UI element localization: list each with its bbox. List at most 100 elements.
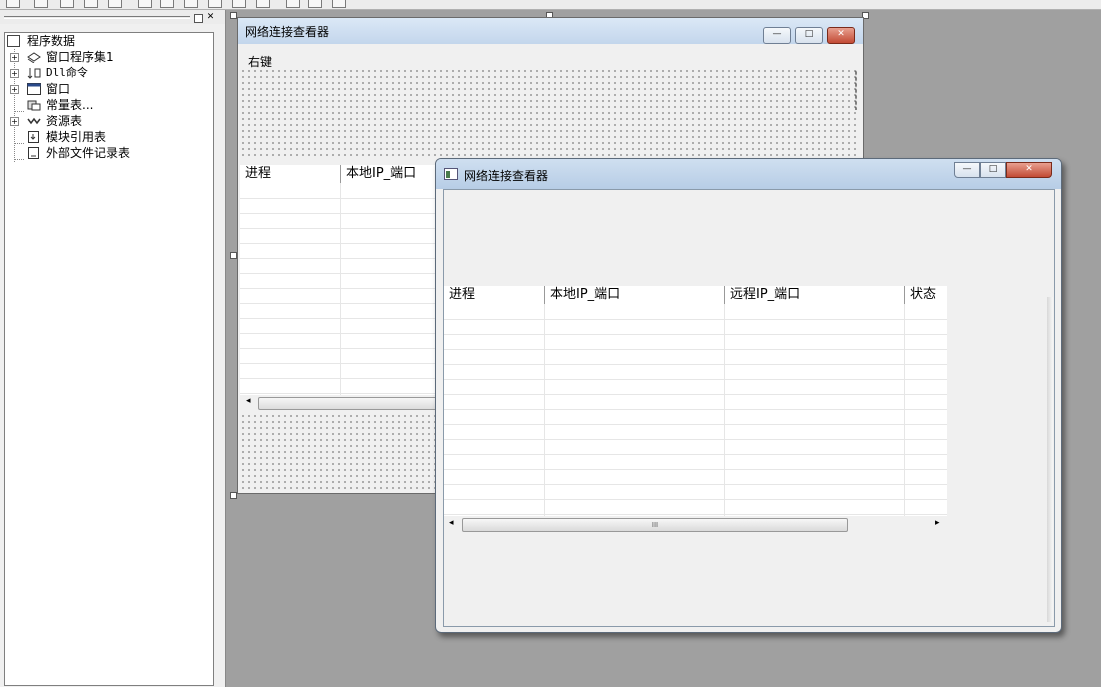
design-grid xyxy=(240,413,440,489)
panel-grip[interactable] xyxy=(4,16,190,19)
expand-icon[interactable]: + xyxy=(10,117,19,126)
list-row xyxy=(240,243,440,259)
program-tree: 程序数据 + 窗口程序集1 + Dll命令 + 窗口 常量表... + 资源表 … xyxy=(4,32,214,686)
list-row xyxy=(444,424,947,440)
tree-item-label: 窗口 xyxy=(46,82,71,96)
toolbar-button[interactable] xyxy=(6,0,20,8)
panel-restore-button[interactable] xyxy=(194,14,203,23)
minimize-button[interactable]: — xyxy=(763,27,791,44)
list-row xyxy=(240,348,440,364)
list-row xyxy=(240,258,440,274)
toolbar-button[interactable] xyxy=(84,0,98,8)
panel-header: ✕ xyxy=(0,10,225,24)
dll-command-icon xyxy=(27,67,41,79)
list-row xyxy=(444,334,947,350)
toolbar-button[interactable] xyxy=(232,0,246,8)
resources-icon xyxy=(27,115,41,127)
list-row xyxy=(444,379,947,395)
toolbar-button[interactable] xyxy=(308,0,322,8)
list-row xyxy=(240,183,440,199)
list-row xyxy=(444,394,947,410)
list-row xyxy=(240,213,440,229)
maximize-button[interactable]: □ xyxy=(795,27,823,44)
layers-icon xyxy=(27,51,41,64)
tree-connector xyxy=(14,49,15,162)
toolbar-button[interactable] xyxy=(208,0,222,8)
close-button[interactable]: ✕ xyxy=(1006,162,1052,178)
toolbar xyxy=(0,0,1101,10)
scroll-grip-icon: III xyxy=(651,521,659,529)
list-row xyxy=(444,319,947,335)
expand-icon[interactable]: + xyxy=(10,69,19,78)
horizontal-scrollbar[interactable]: ◂ III ▸ xyxy=(444,516,947,532)
tree-connector xyxy=(14,159,24,160)
list-row xyxy=(240,303,440,319)
list-row xyxy=(240,333,440,349)
list-row xyxy=(444,349,947,365)
designer-listview-header: 进程 本地IP_端口 xyxy=(240,165,440,184)
toolbar-button[interactable] xyxy=(108,0,122,8)
list-row xyxy=(240,288,440,304)
list-row xyxy=(444,469,947,485)
constants-icon xyxy=(27,99,41,111)
tree-item-label: Dll命令 xyxy=(46,66,88,79)
app-icon xyxy=(444,168,458,180)
toolbar-button[interactable] xyxy=(184,0,198,8)
list-row xyxy=(444,484,947,500)
resize-handle[interactable] xyxy=(230,492,237,499)
designer-scrollbar[interactable]: ◂ xyxy=(240,395,442,411)
expand-icon[interactable]: + xyxy=(10,85,19,94)
column-header-status[interactable]: 状态 xyxy=(905,286,947,304)
program-tree-panel: ✕ 程序数据 + 窗口程序集1 + Dll命令 + 窗口 常量表... + 资源… xyxy=(0,10,226,687)
scroll-left-icon[interactable]: ◂ xyxy=(246,396,251,406)
column-header-process[interactable]: 进程 xyxy=(444,286,545,304)
maximize-button[interactable]: □ xyxy=(980,162,1006,178)
column-header-local-ip-port[interactable]: 本地IP_端口 xyxy=(545,286,725,304)
list-row xyxy=(240,378,440,394)
tree-root-label: 程序数据 xyxy=(27,34,76,48)
list-row xyxy=(444,304,947,320)
column-header[interactable]: 本地IP_端口 xyxy=(341,165,440,183)
panel-close-button[interactable]: ✕ xyxy=(206,13,215,22)
preview-window[interactable]: 网络连接查看器 — □ ✕ 进程 本地IP_端口 远程IP_端口 状态 ◂ II… xyxy=(435,158,1062,633)
toolbar-button[interactable] xyxy=(160,0,174,8)
toolbar-button[interactable] xyxy=(60,0,74,8)
tree-connector xyxy=(14,111,24,112)
tree-item-label: 窗口程序集1 xyxy=(46,50,114,64)
preview-client-area: 进程 本地IP_端口 远程IP_端口 状态 ◂ III ▸ xyxy=(443,189,1055,627)
toolbar-button[interactable] xyxy=(138,0,152,8)
expand-icon[interactable]: + xyxy=(10,53,19,62)
scroll-left-icon[interactable]: ◂ xyxy=(449,518,454,528)
column-header[interactable]: 进程 xyxy=(240,165,341,183)
list-row xyxy=(444,439,947,455)
program-data-icon xyxy=(7,35,20,47)
designer-title: 网络连接查看器 xyxy=(245,25,330,39)
module-reference-icon xyxy=(27,131,40,143)
preview-title: 网络连接查看器 xyxy=(464,169,549,183)
window-icon xyxy=(27,83,41,95)
resize-handle[interactable] xyxy=(230,12,237,19)
connection-list-body[interactable] xyxy=(444,304,947,516)
toolbar-button[interactable] xyxy=(34,0,48,8)
tree-item-label: 模块引用表 xyxy=(46,130,107,144)
toolbar-button[interactable] xyxy=(256,0,270,8)
scroll-thumb[interactable]: III xyxy=(462,518,848,532)
column-header-remote-ip-port[interactable]: 远程IP_端口 xyxy=(725,286,905,304)
toolbar-button[interactable] xyxy=(286,0,300,8)
list-row xyxy=(240,363,440,379)
list-row xyxy=(444,364,947,380)
scroll-thumb[interactable] xyxy=(258,397,442,410)
preview-title-bar[interactable]: 网络连接查看器 — □ ✕ xyxy=(436,159,1061,189)
close-button[interactable]: ✕ xyxy=(827,27,855,44)
toolbar-button[interactable] xyxy=(332,0,346,8)
list-row xyxy=(240,198,440,214)
window-edge xyxy=(1047,297,1053,622)
minimize-button[interactable]: — xyxy=(954,162,980,178)
external-file-icon xyxy=(27,147,40,159)
scroll-right-icon[interactable]: ▸ xyxy=(935,518,940,528)
list-row xyxy=(240,318,440,334)
designer-title-bar[interactable]: 网络连接查看器 — □ ✕ xyxy=(238,18,863,44)
list-row xyxy=(240,228,440,244)
tree-connector xyxy=(14,143,24,144)
resize-handle[interactable] xyxy=(230,252,237,259)
